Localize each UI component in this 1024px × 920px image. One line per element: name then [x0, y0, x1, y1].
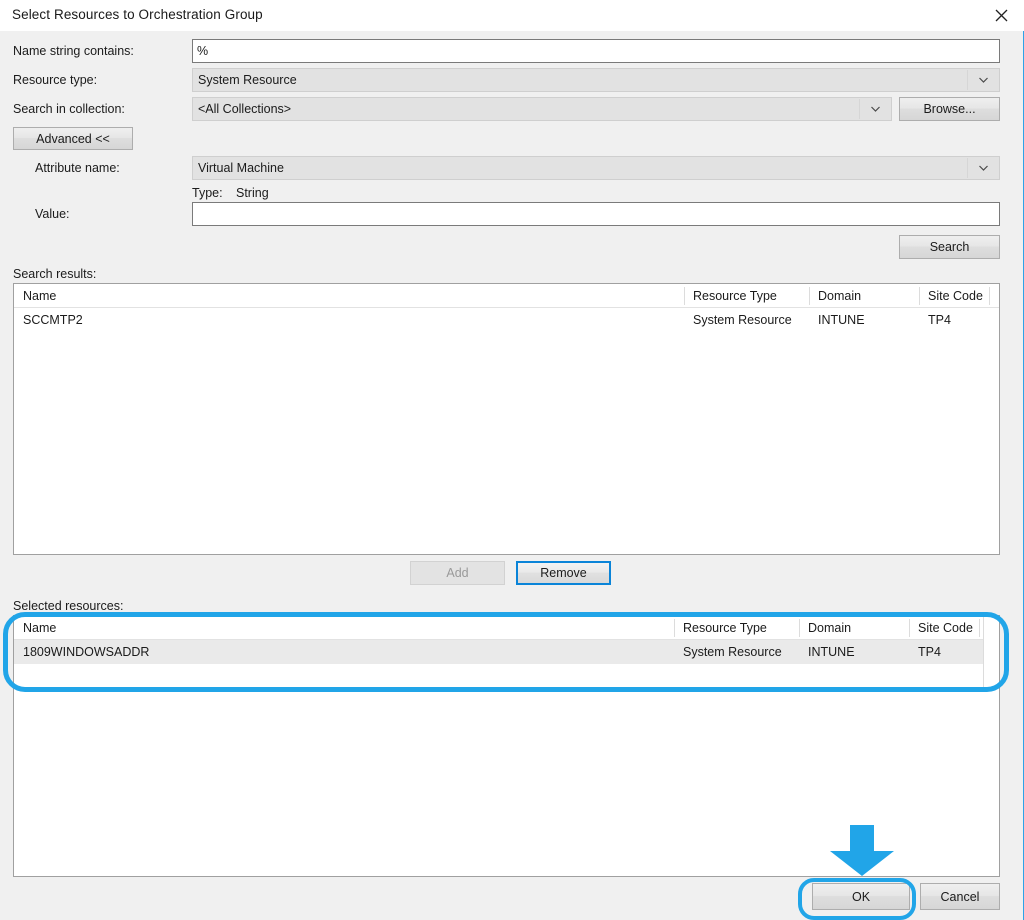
- cell-site-code: TP4: [928, 313, 951, 327]
- attribute-name-select[interactable]: Virtual Machine: [192, 156, 1000, 180]
- column-header-domain[interactable]: Domain: [809, 284, 919, 308]
- remove-button[interactable]: Remove: [516, 561, 611, 585]
- cell-domain: INTUNE: [808, 645, 855, 659]
- add-button[interactable]: Add: [410, 561, 505, 585]
- search-in-collection-select[interactable]: <All Collections>: [192, 97, 892, 121]
- cell-resource-type: System Resource: [693, 313, 792, 327]
- column-header-name[interactable]: Name: [14, 284, 684, 308]
- column-header-domain[interactable]: Domain: [799, 616, 909, 640]
- search-results-label: Search results:: [13, 267, 97, 281]
- header-divider: [979, 619, 980, 637]
- table-row[interactable]: SCCMTP2 System Resource INTUNE TP4: [14, 308, 999, 332]
- name-string-label: Name string contains:: [13, 44, 134, 58]
- value-label: Value:: [35, 207, 70, 221]
- cell-site-code: TP4: [918, 645, 941, 659]
- attribute-name-label: Attribute name:: [35, 161, 120, 175]
- column-header-name[interactable]: Name: [14, 616, 674, 640]
- cell-name: 1809WINDOWSADDR: [23, 645, 150, 659]
- value-input[interactable]: [192, 202, 1000, 226]
- dialog-window: Select Resources to Orchestration Group …: [0, 0, 1024, 920]
- chevron-down-icon: [977, 162, 990, 175]
- attribute-type-label: Type:: [192, 186, 223, 200]
- title-bar: Select Resources to Orchestration Group: [0, 0, 1024, 31]
- name-string-input[interactable]: %: [192, 39, 1000, 63]
- dialog-body: Name string contains: % Resource type: S…: [0, 31, 1023, 920]
- resource-type-label: Resource type:: [13, 73, 98, 87]
- chevron-down-icon: [869, 103, 882, 116]
- selected-resources-label: Selected resources:: [13, 599, 124, 613]
- resource-type-value: System Resource: [198, 73, 297, 87]
- cancel-button[interactable]: Cancel: [920, 883, 1000, 910]
- attribute-name-value: Virtual Machine: [198, 161, 284, 175]
- close-icon[interactable]: [978, 0, 1024, 31]
- scrollbar-divider: [983, 616, 984, 692]
- cell-domain: INTUNE: [818, 313, 865, 327]
- column-header-resource-type[interactable]: Resource Type: [684, 284, 809, 308]
- column-header-resource-type[interactable]: Resource Type: [674, 616, 799, 640]
- search-button[interactable]: Search: [899, 235, 1000, 259]
- search-in-collection-value: <All Collections>: [198, 102, 292, 116]
- ok-button[interactable]: OK: [812, 883, 910, 910]
- browse-button[interactable]: Browse...: [899, 97, 1000, 121]
- attribute-type-value: String: [236, 186, 269, 200]
- chevron-down-icon: [977, 74, 990, 87]
- search-results-header: Name Resource Type Domain Site Code: [14, 284, 999, 308]
- selected-resources-list[interactable]: Name Resource Type Domain Site Code 1809…: [13, 615, 1000, 877]
- advanced-toggle-button[interactable]: Advanced <<: [13, 127, 133, 150]
- search-in-collection-label: Search in collection:: [13, 102, 125, 116]
- window-title: Select Resources to Orchestration Group: [12, 7, 263, 22]
- column-header-site-code[interactable]: Site Code: [919, 284, 989, 308]
- cell-resource-type: System Resource: [683, 645, 782, 659]
- search-results-list[interactable]: Name Resource Type Domain Site Code SCCM…: [13, 283, 1000, 555]
- column-header-site-code[interactable]: Site Code: [909, 616, 979, 640]
- header-divider: [989, 287, 990, 305]
- cell-name: SCCMTP2: [23, 313, 83, 327]
- selected-resources-header: Name Resource Type Domain Site Code: [14, 616, 999, 640]
- resource-type-select[interactable]: System Resource: [192, 68, 1000, 92]
- vertical-scrollbar[interactable]: [983, 616, 999, 692]
- table-row[interactable]: 1809WINDOWSADDR System Resource INTUNE T…: [14, 640, 999, 664]
